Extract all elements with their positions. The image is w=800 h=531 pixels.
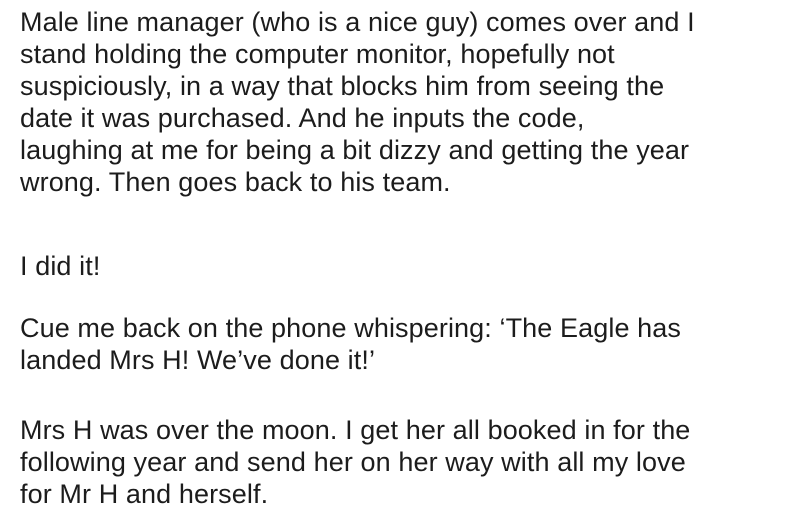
text-line: laughing at me for being a bit dizzy and… — [20, 135, 690, 165]
text-line: landed Mrs H! We’ve done it!’ — [20, 345, 376, 375]
text-line: Cue me back on the phone whispering: ‘Th… — [20, 313, 682, 343]
text-line: for Mr H and herself. — [20, 479, 269, 509]
text-line: following year and send her on her way w… — [20, 447, 686, 477]
paragraph-eagle: Cue me back on the phone whispering: ‘Th… — [20, 312, 681, 376]
text-line: date it was purchased. And he inputs the… — [20, 103, 585, 133]
story-text: Male line manager (who is a nice guy) co… — [20, 0, 790, 531]
text-line: I did it! — [20, 251, 101, 281]
text-line: suspiciously, in a way that blocks him f… — [20, 71, 665, 101]
paragraph-mrs-h: Mrs H was over the moon. I get her all b… — [20, 414, 690, 510]
text-line: Male line manager (who is a nice guy) co… — [20, 7, 695, 37]
paragraph-did-it: I did it! — [20, 250, 100, 282]
text-line: stand holding the computer monitor, hope… — [20, 39, 615, 69]
text-line: wrong. Then goes back to his team. — [20, 167, 451, 197]
paragraph-manager: Male line manager (who is a nice guy) co… — [20, 6, 695, 198]
text-line: Mrs H was over the moon. I get her all b… — [20, 415, 691, 445]
